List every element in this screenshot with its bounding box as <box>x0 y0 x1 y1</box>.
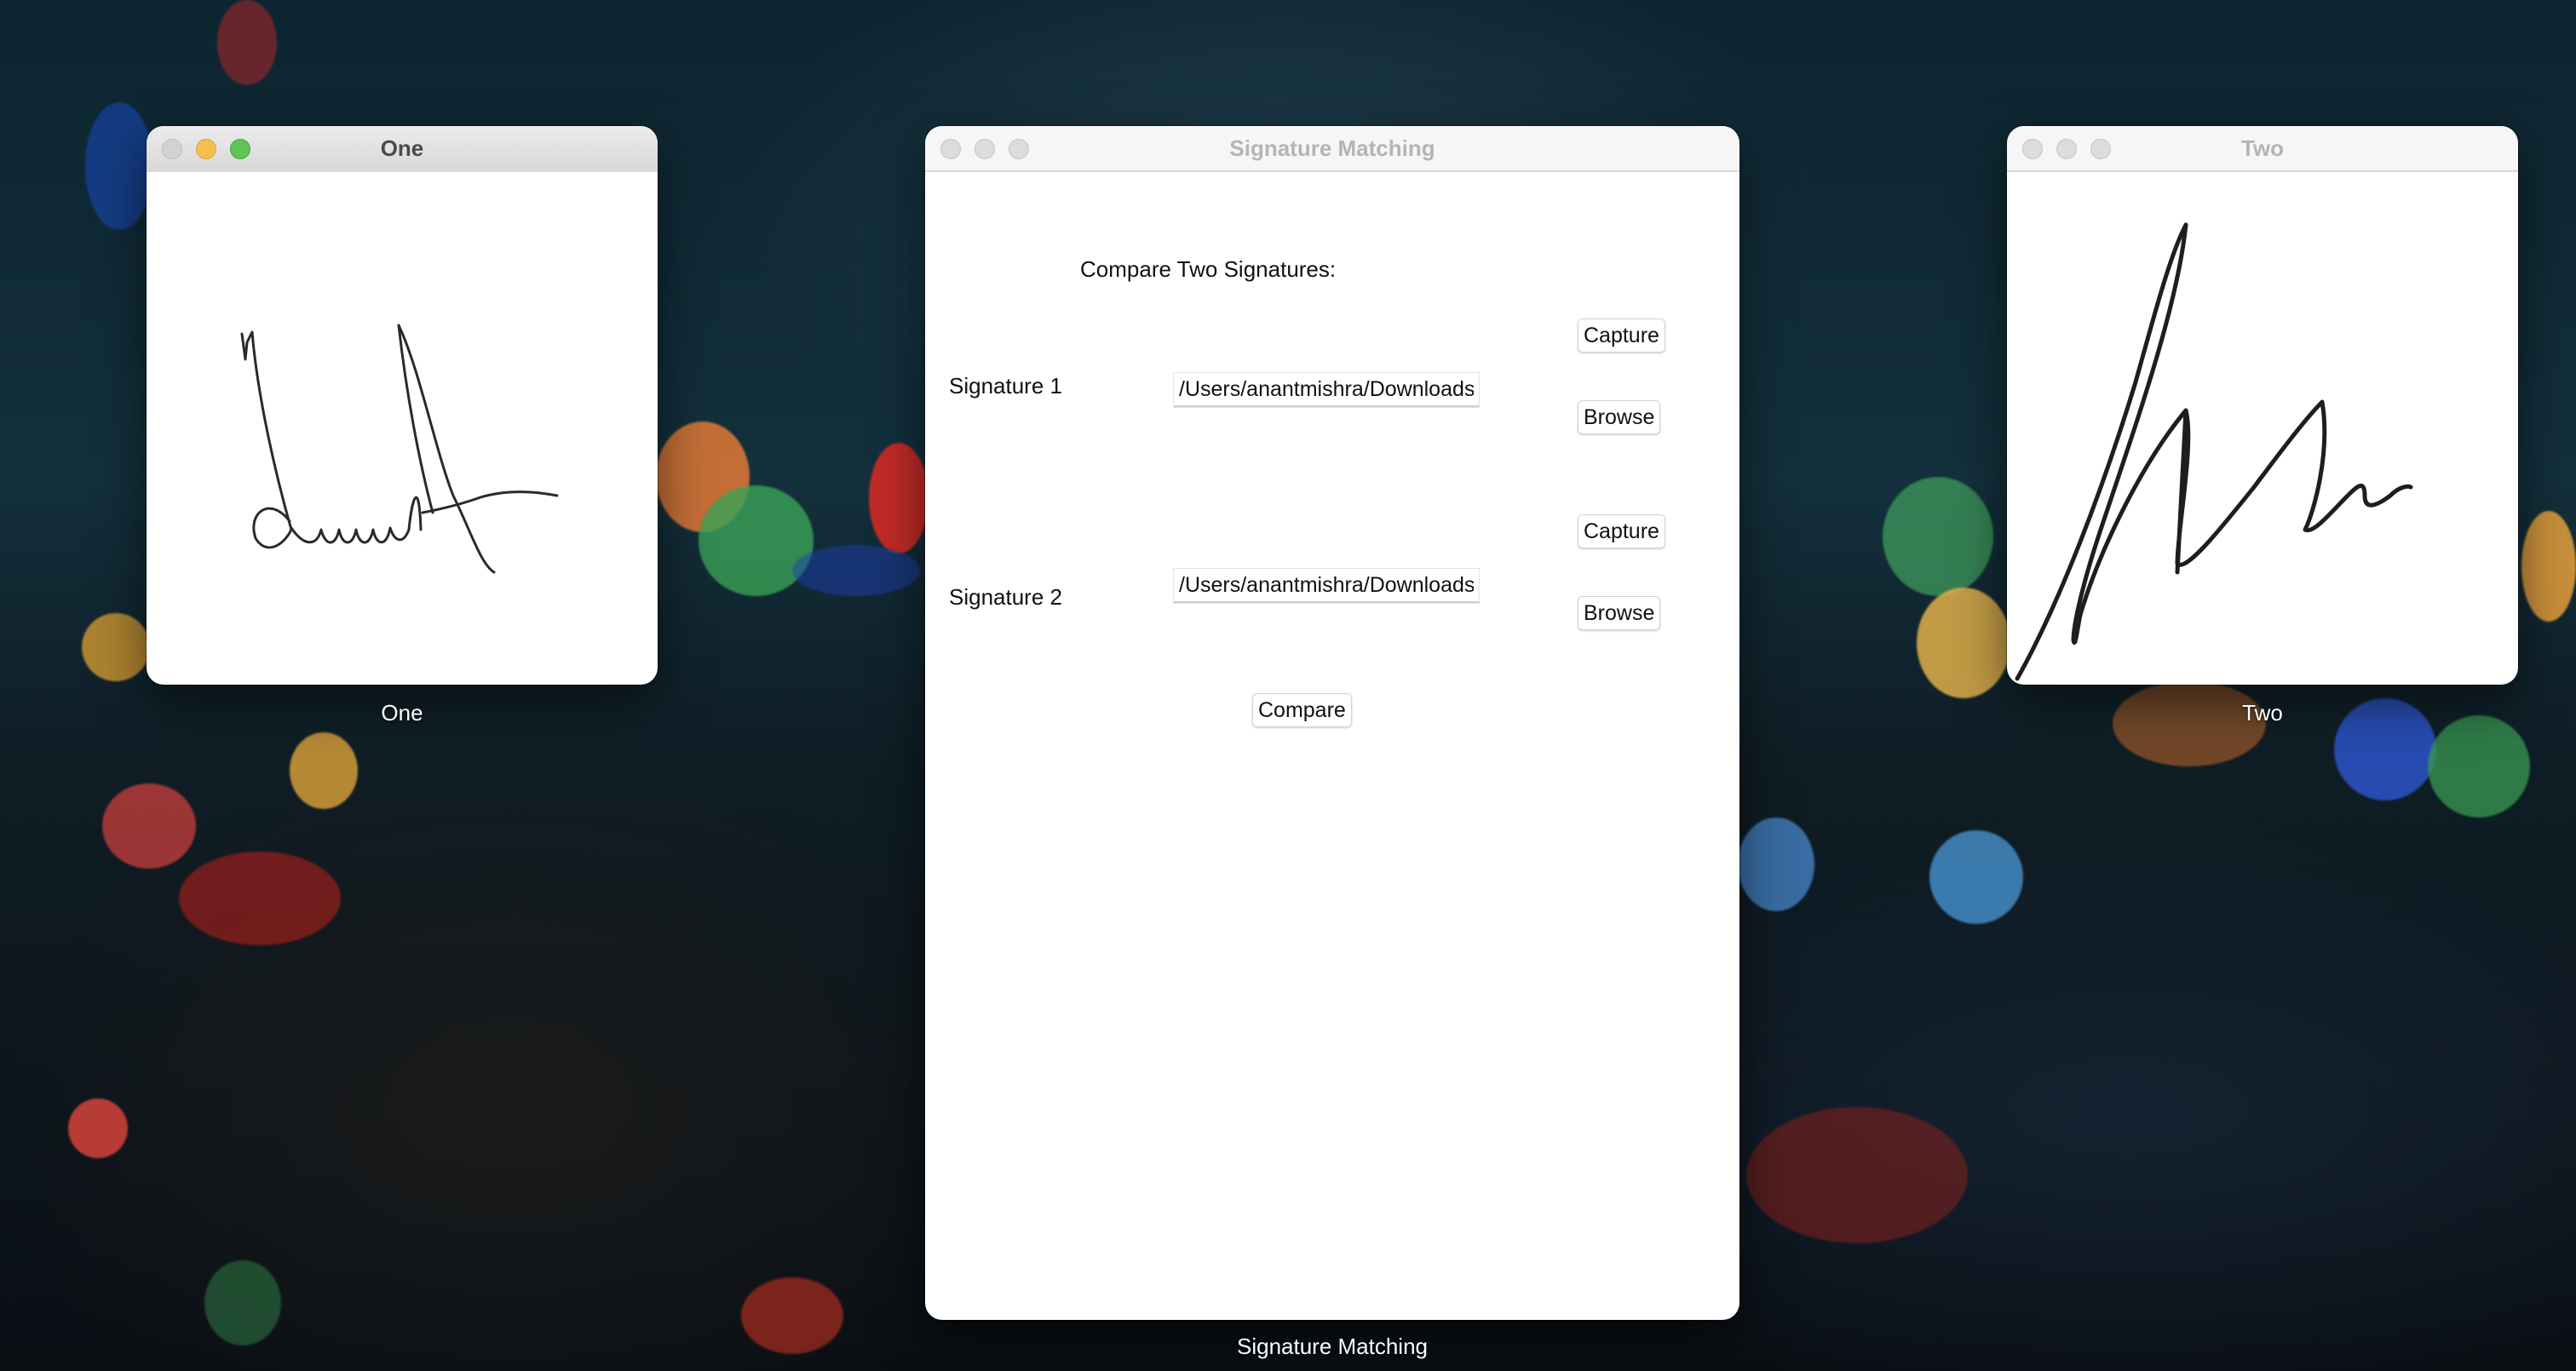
signature-1-capture-button[interactable]: Capture <box>1578 318 1665 353</box>
signature-matching-window: Signature Matching Compare Two Signature… <box>925 126 1739 1320</box>
bokeh-light <box>102 783 196 869</box>
desktop-wallpaper: One One Signature Matching Compare Two S… <box>0 0 2576 1371</box>
window-title: Two <box>2240 135 2285 161</box>
bokeh-light <box>2521 511 2576 622</box>
bokeh-light <box>85 102 153 230</box>
window-one-titlebar[interactable]: One <box>147 126 658 172</box>
bokeh-light <box>217 0 277 85</box>
bokeh-light <box>741 1277 843 1354</box>
main-window-caption: Signature Matching <box>1236 1334 1429 1359</box>
bokeh-light <box>68 1099 128 1158</box>
bokeh-light <box>2428 715 2530 817</box>
window-title: One <box>380 135 424 161</box>
signature-one-image <box>240 324 559 574</box>
bokeh-light <box>204 1260 281 1345</box>
bokeh-light <box>290 732 358 809</box>
bokeh-light <box>1746 1107 1968 1243</box>
main-window-titlebar[interactable]: Signature Matching <box>925 126 1739 172</box>
signature-1-browse-button[interactable]: Browse <box>1578 400 1661 434</box>
signature-2-label: Signature 2 <box>949 584 1062 610</box>
bokeh-light <box>1738 817 1814 911</box>
bokeh-light <box>1917 588 2010 698</box>
window-two: Two <box>2007 126 2518 685</box>
signature-1-path-field[interactable] <box>1174 373 1479 407</box>
window-two-caption: Two <box>2242 700 2283 726</box>
signature-1-label: Signature 1 <box>949 373 1062 399</box>
bokeh-light <box>1929 830 2023 924</box>
signature-2-path-field[interactable] <box>1174 569 1479 603</box>
compare-button[interactable]: Compare <box>1252 693 1352 727</box>
window-title: Signature Matching <box>1229 135 1435 161</box>
compare-heading: Compare Two Signatures: <box>1080 256 1337 282</box>
bokeh-light <box>869 443 929 554</box>
bokeh-light <box>82 613 150 681</box>
window-two-titlebar[interactable]: Two <box>2007 126 2518 172</box>
window-one: One <box>147 126 658 685</box>
window-one-caption: One <box>381 700 423 726</box>
bokeh-light <box>179 852 341 945</box>
signature-2-browse-button[interactable]: Browse <box>1578 596 1661 630</box>
signature-2-capture-button[interactable]: Capture <box>1578 514 1665 548</box>
bokeh-light <box>1883 477 1993 596</box>
signature-two-image <box>2015 222 2413 681</box>
bokeh-light <box>792 545 920 596</box>
